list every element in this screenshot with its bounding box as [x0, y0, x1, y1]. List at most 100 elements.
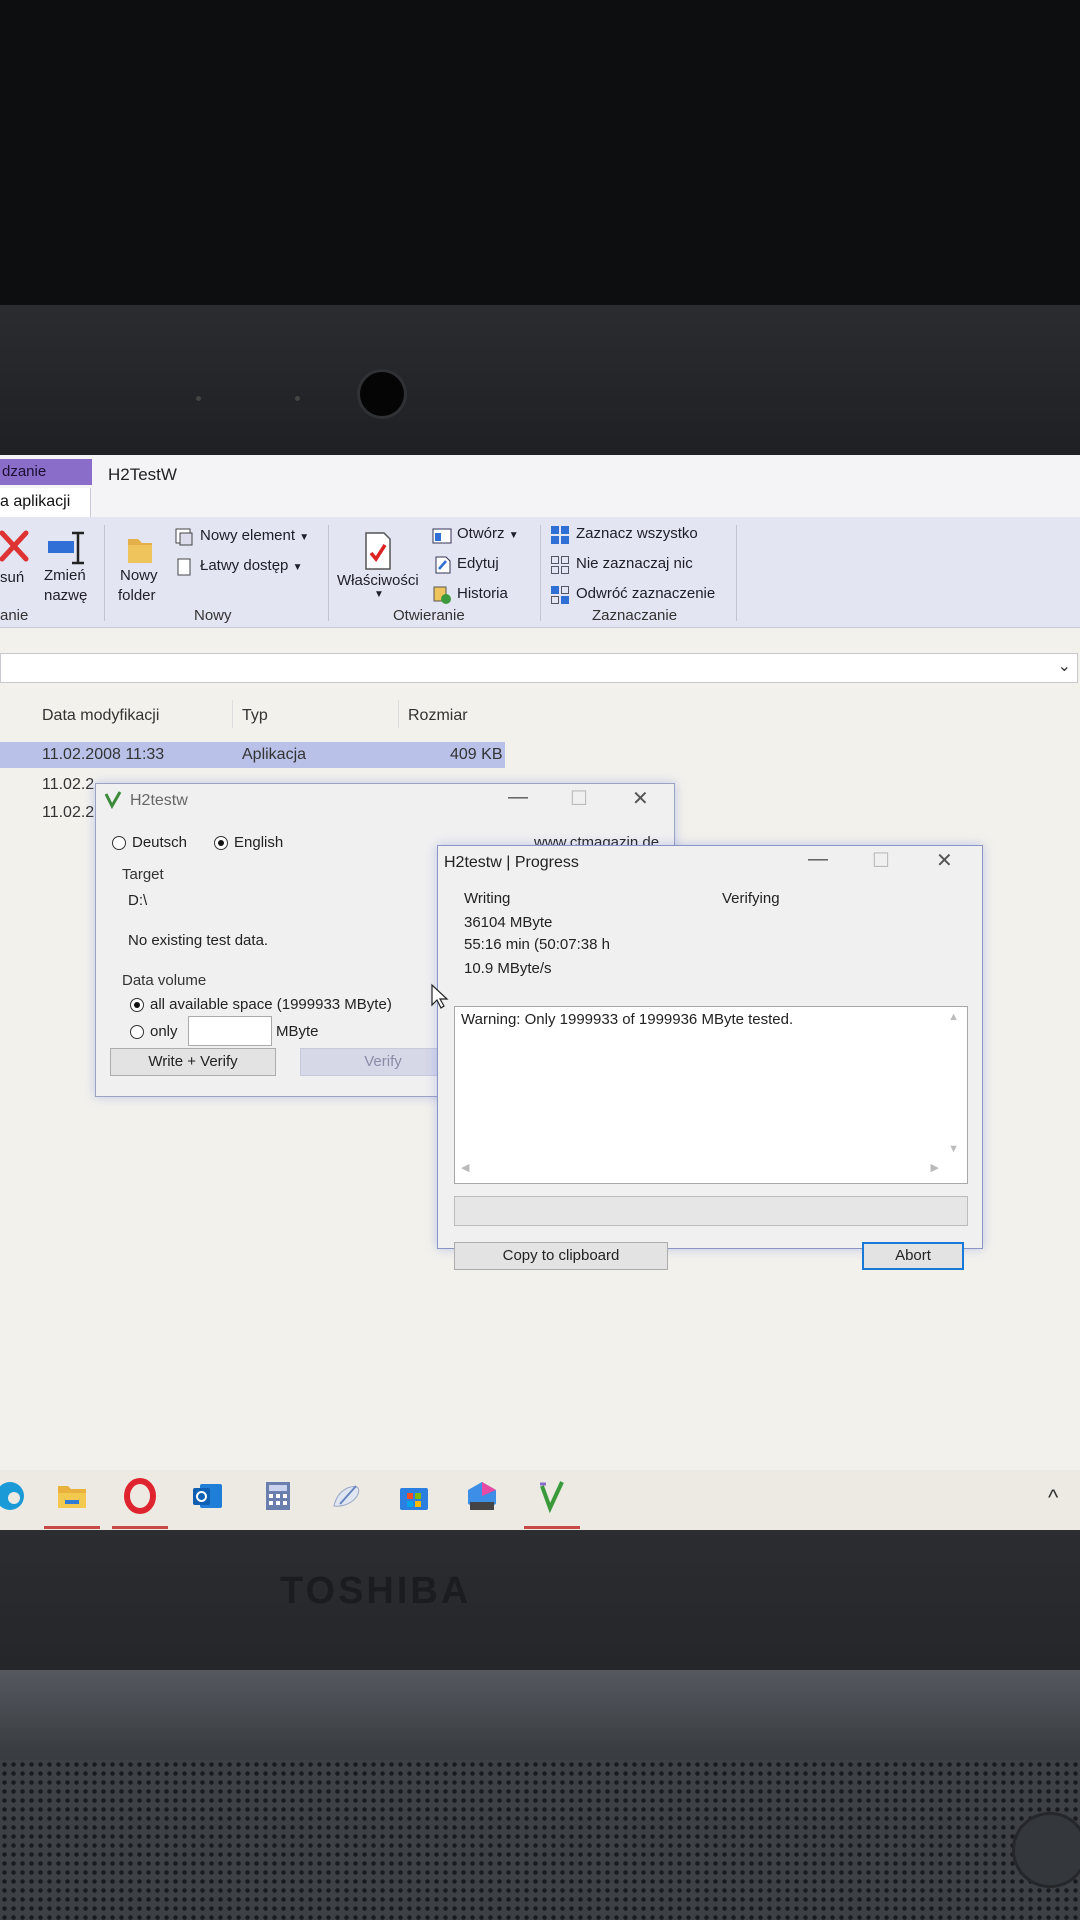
- radio-english[interactable]: [214, 836, 228, 850]
- rename-icon[interactable]: [46, 531, 88, 565]
- tab-application-tools[interactable]: a aplikacji: [0, 488, 91, 517]
- h2testw-icon[interactable]: [534, 1478, 570, 1514]
- new-item-icon: [175, 528, 193, 546]
- chevron-down-icon: ▼: [292, 562, 303, 573]
- outlook-icon[interactable]: [190, 1478, 226, 1514]
- chevron-down-icon: ▼: [508, 530, 519, 541]
- running-indicator: [44, 1526, 100, 1529]
- column-divider[interactable]: [232, 700, 233, 728]
- copy-to-clipboard-button[interactable]: Copy to clipboard: [454, 1242, 668, 1270]
- delete-icon[interactable]: [0, 529, 30, 563]
- radio-all-space[interactable]: [130, 998, 144, 1012]
- scroll-up-icon[interactable]: ▲: [948, 1011, 959, 1023]
- address-bar[interactable]: ⌄: [0, 653, 1078, 683]
- new-folder-icon[interactable]: [124, 533, 156, 567]
- edit-button[interactable]: Edytuj: [457, 555, 499, 572]
- power-button[interactable]: [1012, 1812, 1080, 1888]
- laptop-screen: dzanie a aplikacji H2TestW suń Zmień naz…: [0, 455, 1080, 1530]
- write-verify-button[interactable]: Write + Verify: [110, 1048, 276, 1076]
- dialog-title: H2testw | Progress: [444, 854, 579, 871]
- row-type: Aplikacja: [242, 746, 307, 763]
- data-volume-group-label: Data volume: [122, 972, 207, 989]
- new-folder-label[interactable]: folder: [118, 587, 156, 604]
- running-indicator: [524, 1526, 580, 1529]
- properties-icon[interactable]: [362, 531, 394, 571]
- row-date: 11.02.2008 11:33: [42, 746, 165, 763]
- close-icon[interactable]: ✕: [936, 848, 953, 873]
- log-textbox[interactable]: Warning: Only 1999933 of 1999936 MByte t…: [454, 1006, 968, 1184]
- radio-only[interactable]: [130, 1025, 144, 1039]
- ms365-icon[interactable]: [464, 1478, 500, 1514]
- speed-value: 10.9 MByte/s: [464, 960, 552, 977]
- ribbon-group-select: Zaznaczanie: [592, 607, 678, 624]
- radio-all-space-label: all available space (1999933 MByte): [150, 996, 392, 1013]
- scroll-left-icon[interactable]: ◀: [461, 1161, 469, 1174]
- ribbon-separator: [736, 525, 737, 621]
- select-none-button[interactable]: Nie zaznaczaj nic: [576, 555, 693, 572]
- calculator-icon[interactable]: [260, 1478, 296, 1514]
- radio-deutsch[interactable]: [112, 836, 126, 850]
- file-explorer-icon[interactable]: [54, 1478, 90, 1514]
- select-all-button[interactable]: Zaznacz wszystko: [576, 525, 698, 542]
- unit-label: MByte: [276, 1023, 319, 1040]
- scroll-down-icon[interactable]: ▼: [948, 1143, 959, 1155]
- minimize-icon[interactable]: —: [508, 786, 528, 809]
- column-header-type[interactable]: Typ: [242, 707, 268, 725]
- easy-access-button[interactable]: Łatwy dostęp ▼: [200, 557, 302, 574]
- invert-selection-icon: [551, 586, 569, 604]
- minimize-icon[interactable]: —: [808, 848, 828, 871]
- microphone-dot: [196, 396, 201, 401]
- tab-manage[interactable]: dzanie: [0, 459, 92, 485]
- target-group-label: Target: [122, 866, 164, 883]
- brand-logo: TOSHIBA: [280, 1570, 472, 1612]
- close-icon[interactable]: ✕: [632, 786, 649, 811]
- column-divider[interactable]: [398, 700, 399, 728]
- dialog-title: H2testw: [130, 792, 188, 809]
- maximize-icon[interactable]: ☐: [872, 848, 890, 873]
- row-date[interactable]: 11.02.2: [42, 804, 94, 822]
- only-mbyte-input[interactable]: [188, 1016, 272, 1046]
- chevron-down-icon[interactable]: ▼: [374, 589, 384, 600]
- column-header-size[interactable]: Rozmiar: [408, 707, 468, 725]
- rename-button-label[interactable]: Zmień: [44, 567, 86, 584]
- new-folder-label[interactable]: Nowy: [120, 567, 158, 584]
- open-button[interactable]: Otwórz ▼: [457, 525, 519, 542]
- easy-access-label: Łatwy dostęp: [200, 557, 289, 574]
- log-text: Warning: Only 1999933 of 1999936 MByte t…: [461, 1011, 794, 1028]
- properties-label[interactable]: Właściwości: [337, 572, 419, 589]
- delete-button-label[interactable]: suń: [0, 569, 24, 586]
- written-value: 36104 MByte: [464, 914, 553, 931]
- edge-icon[interactable]: [0, 1478, 36, 1514]
- h2testw-icon: [104, 791, 122, 810]
- history-button[interactable]: Historia: [457, 585, 508, 602]
- row-date[interactable]: 11.02.2: [42, 776, 94, 794]
- radio-english-label: English: [234, 834, 284, 851]
- edit-icon: [435, 556, 451, 574]
- opera-icon[interactable]: [122, 1478, 158, 1514]
- invert-selection-button[interactable]: Odwróć zaznaczenie: [576, 585, 715, 602]
- ribbon-group-new: Nowy: [194, 607, 232, 624]
- maximize-icon[interactable]: ☐: [570, 786, 588, 811]
- ribbon-separator: [104, 525, 105, 621]
- webcam: [360, 372, 404, 416]
- status-text: No existing test data.: [128, 932, 269, 949]
- select-none-icon: [551, 556, 569, 574]
- h2testw-progress-window: H2testw | Progress — ☐ ✕ Writing Verifyi…: [437, 845, 983, 1249]
- microsoft-store-icon[interactable]: [396, 1478, 432, 1514]
- laptop-top-bezel: [0, 305, 1080, 455]
- ribbon-separator: [540, 525, 541, 621]
- paint-icon[interactable]: [328, 1478, 364, 1514]
- new-item-button[interactable]: Nowy element ▼: [200, 527, 309, 544]
- show-hidden-icons-chevron[interactable]: ^: [1048, 1485, 1058, 1511]
- writing-header: Writing: [464, 890, 511, 907]
- rename-button-label[interactable]: nazwę: [44, 587, 87, 604]
- mouse-cursor-icon: [431, 983, 449, 1009]
- microphone-dot: [295, 396, 300, 401]
- radio-deutsch-label: Deutsch: [132, 834, 188, 851]
- speaker-grille: [0, 1760, 1080, 1920]
- scroll-right-icon[interactable]: ▶: [931, 1161, 939, 1174]
- chevron-down-icon[interactable]: ⌄: [1058, 656, 1071, 676]
- easy-access-icon: [177, 558, 191, 576]
- abort-button[interactable]: Abort: [862, 1242, 964, 1270]
- column-header-date[interactable]: Data modyfikacji: [42, 707, 159, 725]
